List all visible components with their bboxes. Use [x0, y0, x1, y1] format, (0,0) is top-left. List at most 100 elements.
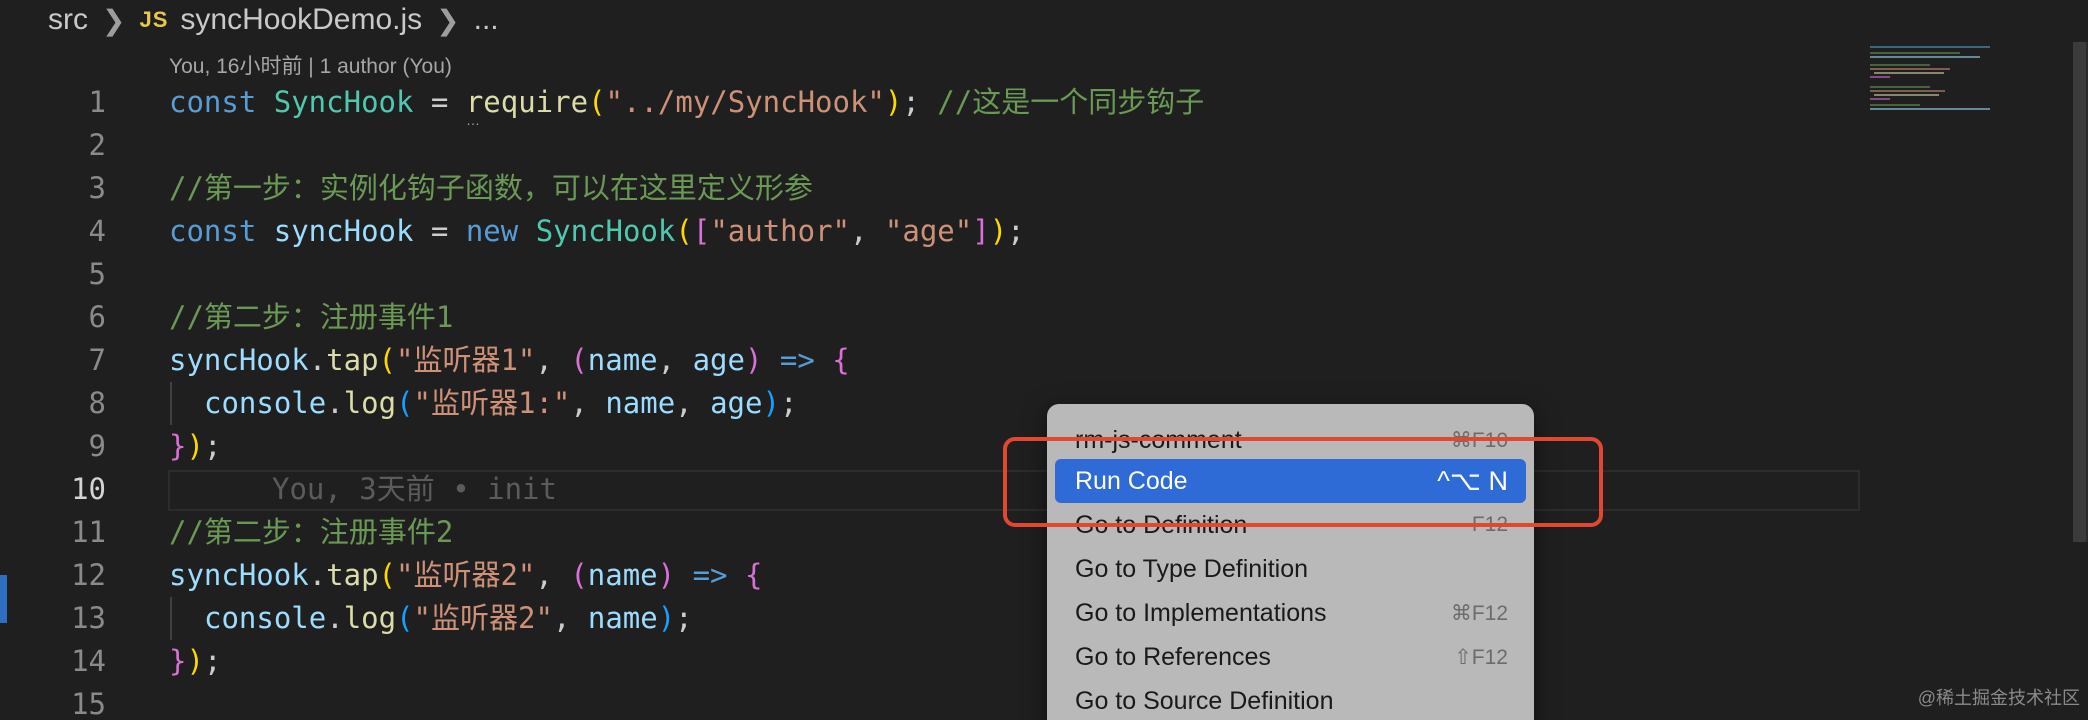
code-line-9[interactable]: }); — [169, 425, 221, 468]
variable: syncHook — [169, 558, 309, 592]
punctuation: , — [535, 343, 571, 377]
variable: console — [204, 601, 327, 635]
line-number: 13 — [71, 601, 106, 635]
bracket: } — [169, 644, 187, 678]
git-blame-codelens[interactable]: You, 16小时前 | 1 author (You) — [169, 50, 452, 80]
minimap[interactable] — [1866, 42, 2066, 132]
punctuation: ; — [902, 85, 938, 119]
class-name: SyncHook — [273, 85, 414, 119]
string: "监听器1:" — [413, 386, 571, 420]
code-line-8[interactable]: console.log("监听器1:", name, age); — [204, 382, 797, 425]
string: "监听器1" — [396, 343, 536, 377]
breadcrumb: src ❯ JS syncHookDemo.js ❯ ... — [48, 0, 499, 40]
code-line-7[interactable]: syncHook.tap("监听器1", (name, age) => { — [169, 339, 850, 382]
comment: //第一步：实例化钩子函数，可以在这里定义形参 — [169, 171, 813, 205]
code-line-1[interactable]: const SyncHook = require("../my/SyncHook… — [169, 81, 1204, 124]
code-line-12[interactable]: syncHook.tap("监听器2", (name) => { — [169, 554, 762, 597]
watermark: @稀土掘金技术社区 — [1917, 688, 2080, 708]
menu-item-go-to-implementations[interactable]: Go to Implementations ⌘F12 — [1055, 591, 1526, 635]
function-name: require — [465, 85, 589, 119]
breadcrumb-folder[interactable]: src — [48, 3, 88, 37]
punctuation: ; — [779, 386, 798, 420]
bracket: } — [169, 429, 187, 463]
punctuation: , — [675, 386, 711, 420]
variable: syncHook — [273, 214, 414, 248]
punctuation: , — [552, 601, 588, 635]
line-number: 2 — [88, 128, 106, 162]
variable: name — [587, 601, 658, 635]
line-number: 6 — [88, 300, 106, 334]
code-line-13[interactable]: console.log("监听器2", name); — [204, 597, 693, 640]
annotation-highlight-box — [1003, 437, 1603, 527]
line-number: 11 — [71, 515, 106, 549]
code-line-10[interactable]: You, 3天前 • init — [272, 468, 557, 511]
line-number: 14 — [71, 644, 106, 678]
line-number: 1 — [88, 85, 106, 119]
punctuation: ; — [203, 429, 222, 463]
bracket: ) — [762, 386, 780, 420]
line-number: 4 — [88, 214, 106, 248]
bracket: ) — [989, 214, 1008, 248]
comment: //第二步：注册事件2 — [169, 515, 454, 549]
bracket: ) — [186, 644, 204, 678]
vertical-scrollbar[interactable] — [2073, 42, 2088, 542]
punctuation: , — [850, 214, 885, 248]
string: "author" — [710, 214, 850, 248]
keyword: const — [169, 85, 274, 119]
code-line-11[interactable]: //第二步：注册事件2 — [169, 511, 453, 554]
bracket: ) — [186, 429, 204, 463]
bracket: [ — [692, 214, 711, 248]
operator: = — [413, 214, 466, 248]
suggestion-dots: … — [466, 112, 483, 128]
punctuation: , — [657, 343, 693, 377]
variable: age — [710, 386, 763, 420]
line-number: 12 — [71, 558, 106, 592]
menu-item-label: Go to References — [1075, 642, 1271, 671]
bracket: ( — [396, 386, 414, 420]
line-number: 9 — [88, 429, 106, 463]
breadcrumb-more[interactable]: ... — [474, 3, 499, 37]
function-name: log — [343, 386, 397, 420]
operator: = — [413, 85, 466, 119]
bracket: ( — [378, 558, 397, 592]
bracket: { — [832, 343, 850, 377]
javascript-file-icon: JS — [139, 7, 169, 32]
line-number: 7 — [88, 343, 106, 377]
line-number: 3 — [88, 171, 106, 205]
punctuation: . — [326, 601, 344, 635]
class-name: SyncHook — [535, 214, 676, 248]
bracket: ( — [570, 558, 588, 592]
code-line-6[interactable]: //第二步：注册事件1 — [169, 296, 453, 339]
indent-guide — [170, 597, 172, 640]
function-name: tap — [326, 343, 379, 377]
arrow-operator: => — [762, 343, 833, 377]
chevron-right-icon: ❯ — [102, 4, 126, 36]
scrollbar-thumb[interactable] — [2073, 42, 2086, 542]
bracket: ( — [675, 214, 693, 248]
code-line-14[interactable]: }); — [169, 640, 221, 683]
inline-git-blame: You, 3天前 • init — [272, 472, 557, 506]
keyword: const — [169, 214, 274, 248]
punctuation: . — [326, 386, 344, 420]
menu-item-go-to-source-definition[interactable]: Go to Source Definition — [1055, 679, 1526, 720]
function-name: log — [343, 601, 397, 635]
menu-item-go-to-references[interactable]: Go to References ⇧F12 — [1055, 635, 1526, 679]
string: "../my/SyncHook" — [605, 85, 885, 119]
code-line-4[interactable]: const syncHook = new SyncHook(["author",… — [169, 210, 1025, 253]
variable: name — [605, 386, 676, 420]
bracket: ) — [884, 85, 903, 119]
punctuation: , — [570, 386, 606, 420]
bracket: ( — [396, 601, 414, 635]
menu-item-shortcut: ⇧F12 — [1454, 645, 1508, 669]
punctuation: . — [308, 343, 327, 377]
menu-item-go-to-type-definition[interactable]: Go to Type Definition — [1055, 547, 1526, 591]
comment: //第二步：注册事件1 — [169, 300, 454, 334]
bracket: ) — [657, 601, 676, 635]
line-number-active: 10 — [71, 472, 106, 506]
bracket: ) — [657, 558, 676, 592]
gutter-change-marker — [0, 575, 7, 623]
punctuation: ; — [203, 644, 222, 678]
arrow-operator: => — [675, 558, 745, 592]
code-line-3[interactable]: //第一步：实例化钩子函数，可以在这里定义形参 — [169, 167, 813, 210]
breadcrumb-file[interactable]: syncHookDemo.js — [180, 3, 422, 37]
